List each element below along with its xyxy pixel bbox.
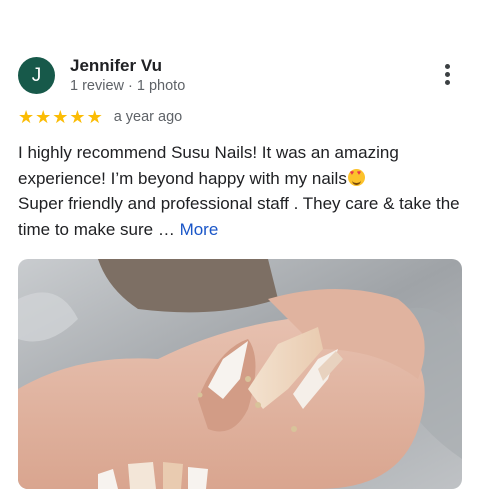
star-icon: ★ — [35, 107, 52, 127]
photo-count: 1 photo — [136, 78, 186, 94]
more-vert-icon[interactable] — [440, 64, 456, 86]
nails-photo-image — [18, 259, 462, 489]
reviewer-meta: 1 review · 1 photo — [70, 78, 185, 94]
review-text-line2: Super friendly and professional staff . … — [18, 194, 460, 239]
review-photo[interactable] — [18, 259, 462, 489]
more-link[interactable]: More — [180, 220, 219, 239]
review-time: a year ago — [113, 109, 183, 125]
meta-separator: · — [124, 78, 137, 94]
review-text: I highly recommend Susu Nails! It was an… — [18, 140, 466, 242]
star-icon: ★ — [52, 107, 69, 127]
review-count: 1 review — [70, 78, 124, 94]
review-header: J Jennifer Vu 1 review · 1 photo — [18, 56, 462, 96]
reviewer-name[interactable]: Jennifer Vu — [70, 56, 162, 76]
rating-row: ★ ★ ★ ★ ★ a year ago — [18, 107, 182, 127]
avatar[interactable]: J — [18, 57, 55, 94]
review-card: J Jennifer Vu 1 review · 1 photo ★ ★ ★ ★ ★ a… — [0, 0, 480, 489]
avatar-initial: J — [31, 64, 42, 86]
star-icon: ★ — [69, 107, 86, 127]
review-text-line1: I highly recommend Susu Nails! It was an… — [18, 143, 399, 188]
heart-eyes-emoji-icon — [347, 168, 365, 186]
star-icon: ★ — [18, 107, 35, 127]
star-rating: ★ ★ ★ ★ ★ — [18, 108, 104, 126]
star-icon: ★ — [86, 107, 103, 127]
